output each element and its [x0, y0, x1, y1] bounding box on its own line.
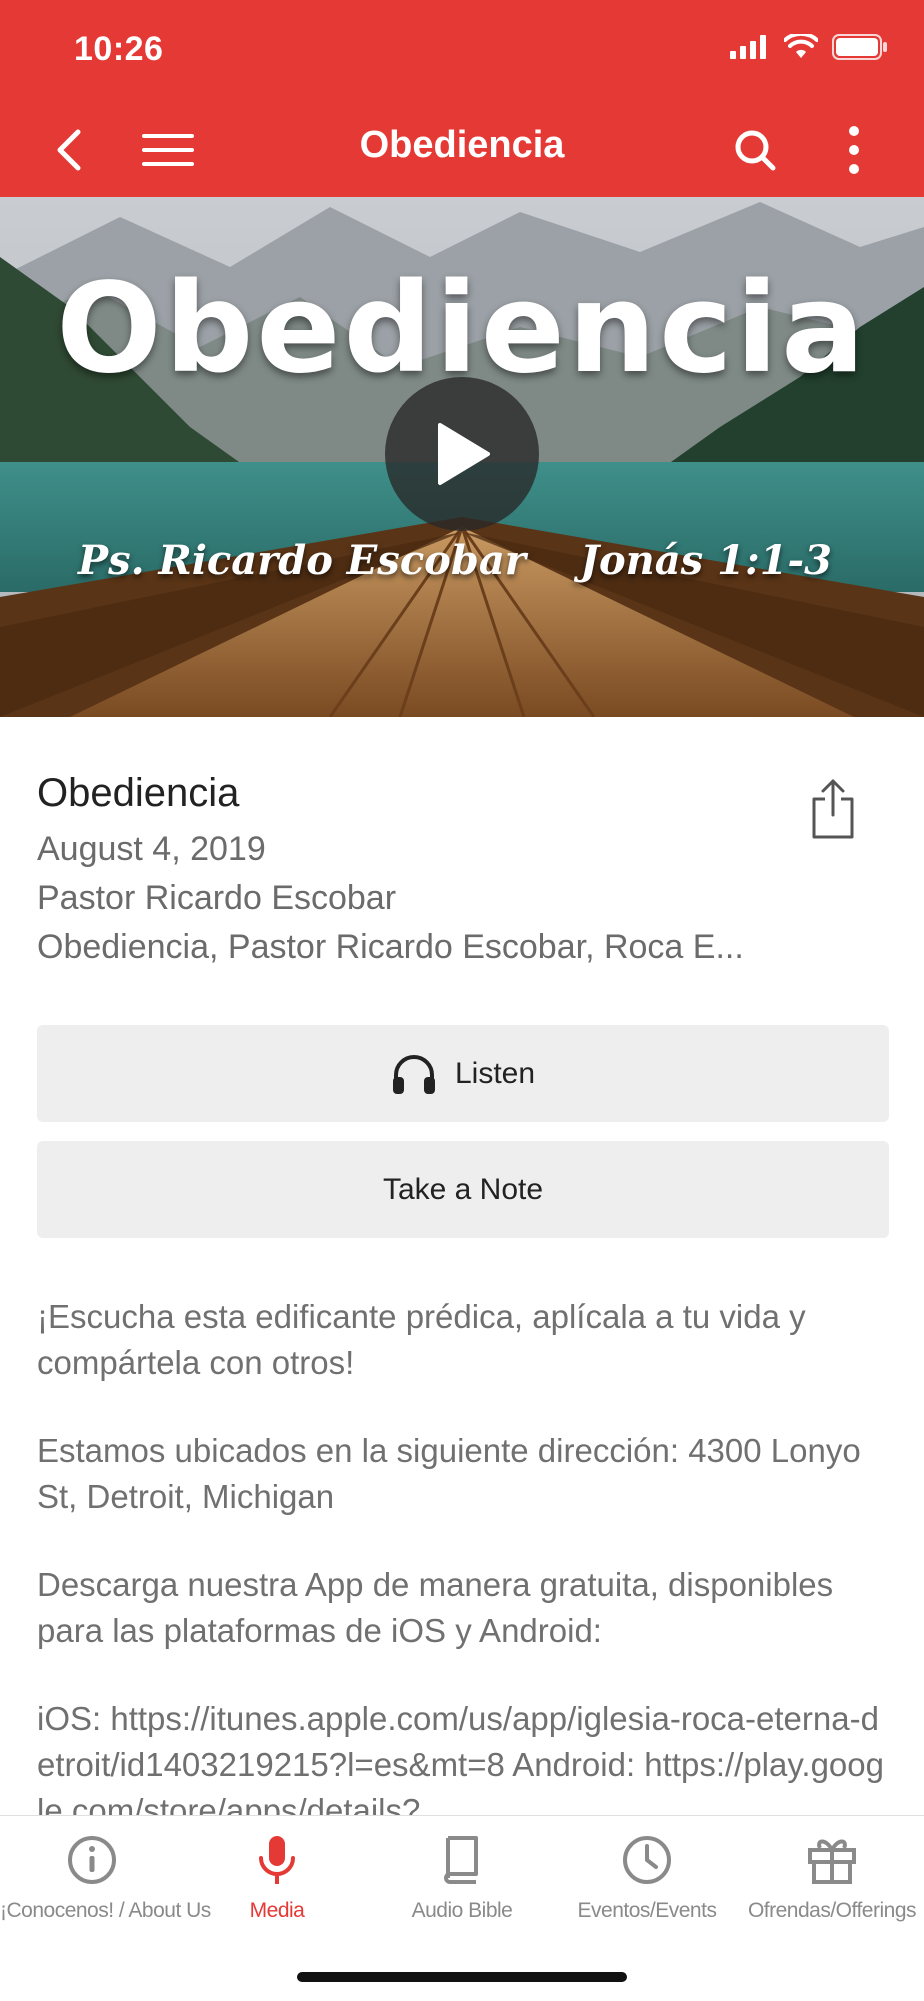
- tab-label: ¡Conocenos! / About Us: [0, 1899, 211, 1922]
- listen-button[interactable]: Listen: [37, 1025, 889, 1122]
- sermon-hero-image[interactable]: Obediencia Ps. Ricardo Escobar Jonás 1:1…: [0, 197, 924, 717]
- description-paragraph: ¡Escucha esta edificante prédica, aplíca…: [37, 1298, 806, 1381]
- take-a-note-button[interactable]: Take a Note: [37, 1141, 889, 1238]
- tab-label: Media: [249, 1899, 305, 1922]
- home-indicator: [297, 1972, 627, 1982]
- description-paragraph: Estamos ubicados en la siguiente direcci…: [37, 1432, 861, 1515]
- tab-media[interactable]: Media: [185, 1834, 369, 1923]
- tab-label: Eventos/Events: [577, 1899, 717, 1922]
- battery-icon: [832, 34, 887, 60]
- more-options-button[interactable]: [836, 120, 872, 180]
- status-icons: [730, 34, 888, 60]
- more-vertical-icon: [849, 126, 859, 174]
- take-a-note-label: Take a Note: [382, 1172, 544, 1206]
- top-app-bar: 10:26 Obediencia: [0, 0, 924, 197]
- info-icon: [68, 1836, 116, 1884]
- wifi-icon: [784, 34, 818, 58]
- share-icon: [812, 779, 854, 839]
- hero-speaker: Ps. Ricardo Escobar: [78, 537, 526, 584]
- play-icon: [438, 423, 490, 485]
- tab-offerings[interactable]: Ofrendas/Offerings: [740, 1834, 924, 1923]
- listen-label: Listen: [454, 1056, 536, 1090]
- search-icon: [735, 130, 776, 171]
- microphone-icon: [259, 1836, 295, 1884]
- sermon-title: Obediencia: [37, 771, 240, 815]
- description-paragraph: iOS: https://itunes.apple.com/us/app/igl…: [37, 1700, 884, 1829]
- headphones-icon: [392, 1054, 435, 1094]
- play-button[interactable]: [385, 377, 539, 531]
- tab-events[interactable]: Eventos/Events: [555, 1834, 739, 1923]
- sermon-date: August 4, 2019: [37, 830, 266, 868]
- navigation-row: Obediencia: [0, 110, 924, 190]
- tab-label: Ofrendas/Offerings: [747, 1899, 917, 1922]
- page-title: Obediencia: [359, 124, 565, 166]
- search-button[interactable]: [730, 120, 780, 180]
- sermon-speaker: Pastor Ricardo Escobar: [37, 879, 397, 917]
- book-icon: [444, 1836, 478, 1884]
- gift-icon: [808, 1839, 856, 1884]
- clock-icon: [623, 1836, 671, 1884]
- signal-icon: [730, 35, 766, 59]
- description-paragraph: Descarga nuestra App de manera gratuita,…: [37, 1566, 834, 1649]
- status-time: 10:26: [74, 30, 164, 68]
- tab-about-us[interactable]: ¡Conocenos! / About Us: [0, 1834, 211, 1923]
- share-button[interactable]: [808, 777, 858, 841]
- sermon-tags: Obediencia, Pastor Ricardo Escobar, Roca…: [37, 928, 744, 966]
- tab-label: Audio Bible: [411, 1899, 513, 1922]
- hero-scripture-reference: Jonás 1:1-3: [580, 537, 832, 584]
- tab-audio-bible[interactable]: Audio Bible: [370, 1834, 554, 1923]
